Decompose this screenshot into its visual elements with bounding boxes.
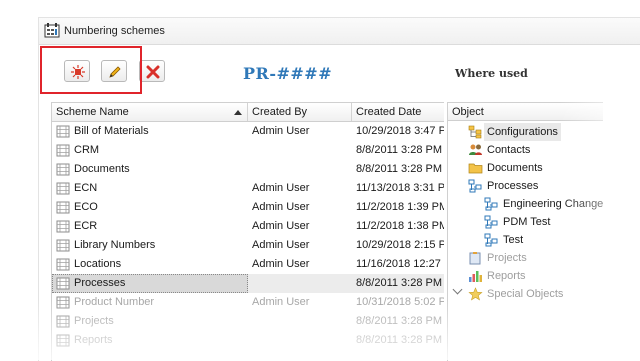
- toolbar-highlight-box: [40, 46, 142, 94]
- table-row[interactable]: Processes 8/8/2011 3:28 PM: [52, 274, 444, 293]
- table-row[interactable]: Product Number Admin User 10/31/2018 5:02 …: [52, 293, 444, 312]
- numbering-schemes-icon: [44, 23, 60, 38]
- created-by-cell: Admin User: [252, 201, 310, 213]
- created-date-cell: 10/31/2018 5:02 P: [356, 296, 444, 308]
- scheme-name-cell: Locations: [52, 255, 248, 274]
- window-title: Numbering schemes: [64, 25, 165, 37]
- tree-node-label: Processes: [487, 180, 539, 192]
- created-by-cell: Admin User: [252, 125, 310, 137]
- where-used-tree: Object Configurations Contacts Documents Pr…: [447, 102, 603, 361]
- created-by-cell: [252, 331, 352, 350]
- created-by-cell: [252, 274, 352, 293]
- grid-header: Scheme Name Created By Created Date: [52, 103, 444, 122]
- scheme-name: ECO: [74, 201, 98, 213]
- created-date-cell: 11/13/2018 3:31 P: [356, 182, 444, 194]
- table-row[interactable]: ECO Admin User 11/2/2018 1:39 PM: [52, 198, 444, 217]
- scheme-name-cell: Processes: [52, 274, 248, 293]
- scheme-name-cell: ECO: [52, 198, 248, 217]
- scheme-icon: [56, 239, 70, 252]
- created-date-cell: 8/8/2011 3:28 PM: [356, 163, 443, 175]
- tree-node-label: Configurations: [484, 123, 561, 141]
- tree-node-label: Contacts: [487, 144, 531, 156]
- scheme-preview: PR-####: [243, 64, 333, 83]
- scheme-name: Locations: [74, 258, 122, 270]
- scheme-name-cell: CRM: [52, 141, 248, 160]
- table-row[interactable]: Documents 8/8/2011 3:28 PM: [52, 160, 444, 179]
- created-by-cell: Admin User: [252, 182, 310, 194]
- scheme-icon: [56, 163, 70, 176]
- created-by-cell: Admin User: [252, 220, 310, 232]
- created-date-cell: 8/8/2011 3:28 PM: [356, 315, 443, 327]
- scheme-name: Reports: [74, 334, 113, 346]
- tree-node-label: Engineering Change: [503, 198, 603, 210]
- scheme-icon: [56, 315, 70, 328]
- created-date-cell: 8/8/2011 3:28 PM: [356, 277, 443, 289]
- expand-chevron-icon[interactable]: [452, 284, 463, 295]
- scheme-icon: [56, 201, 70, 214]
- created-by-cell: [252, 160, 352, 179]
- scheme-name: Product Number: [74, 296, 155, 308]
- table-row[interactable]: CRM 8/8/2011 3:28 PM: [52, 141, 444, 160]
- scheme-icon: [56, 125, 70, 138]
- scheme-name-cell: Product Number: [52, 293, 248, 312]
- tree-node-label: PDM Test: [503, 216, 551, 228]
- tree-node-label: Test: [503, 234, 524, 246]
- scheme-name-cell: Projects: [52, 312, 248, 331]
- scheme-name: CRM: [74, 144, 100, 156]
- delete-scheme-button[interactable]: [139, 60, 165, 82]
- table-row[interactable]: Projects 8/8/2011 3:28 PM: [52, 312, 444, 331]
- scheme-name-cell: Documents: [52, 160, 248, 179]
- created-date-cell: 11/2/2018 1:39 PM: [356, 201, 444, 213]
- tree-node-label: Documents: [487, 162, 543, 174]
- scheme-icon: [56, 334, 70, 347]
- scheme-name-cell: Reports: [52, 331, 248, 350]
- delete-x-icon: [146, 65, 160, 79]
- table-row[interactable]: Reports 8/8/2011 3:28 PM: [52, 331, 444, 350]
- tree-node-label: Special Objects: [487, 288, 564, 300]
- sort-ascending-icon: [234, 110, 242, 115]
- tree-node-label: Reports: [487, 270, 526, 282]
- table-row[interactable]: Locations Admin User 11/16/2018 12:27: [52, 255, 444, 274]
- created-by-cell: [252, 141, 352, 160]
- scheme-name: ECR: [74, 220, 98, 232]
- scheme-icon: [56, 220, 70, 233]
- scheme-name: Library Numbers: [74, 239, 156, 251]
- created-by-cell: Admin User: [252, 296, 310, 308]
- created-date-cell: 8/8/2011 3:28 PM: [356, 334, 443, 346]
- created-date-cell: 10/29/2018 3:47 P: [356, 125, 444, 137]
- created-date-cell: 11/2/2018 1:38 PM: [356, 220, 444, 232]
- scheme-icon: [56, 258, 70, 271]
- where-used-heading: Where used: [455, 67, 528, 80]
- created-by-cell: Admin User: [252, 258, 310, 270]
- table-row[interactable]: ECR Admin User 11/2/2018 1:38 PM: [52, 217, 444, 236]
- table-row[interactable]: ECN Admin User 11/13/2018 3:31 P: [52, 179, 444, 198]
- scheme-name: Bill of Materials: [74, 125, 149, 137]
- tree-node-label: Projects: [487, 252, 527, 264]
- created-date-cell: 11/16/2018 12:27: [356, 258, 441, 270]
- scheme-icon: [56, 182, 70, 195]
- scheme-name: Projects: [74, 315, 114, 327]
- scheme-icon: [56, 277, 70, 290]
- created-by-cell: [252, 312, 352, 331]
- scheme-icon: [56, 296, 70, 309]
- column-header-created-date[interactable]: Created Date: [352, 103, 444, 121]
- scheme-name-cell: Bill of Materials: [52, 122, 248, 141]
- scheme-name-cell: ECN: [52, 179, 248, 198]
- tree-header[interactable]: Object: [448, 103, 603, 121]
- created-date-cell: 10/29/2018 2:15 P: [356, 239, 444, 251]
- scheme-name: ECN: [74, 182, 98, 194]
- scheme-name-cell: ECR: [52, 217, 248, 236]
- column-header-scheme-name[interactable]: Scheme Name: [52, 103, 248, 121]
- column-header-created-by[interactable]: Created By: [248, 103, 352, 121]
- table-row[interactable]: Bill of Materials Admin User 10/29/2018 3:…: [52, 122, 444, 141]
- scheme-icon: [56, 144, 70, 157]
- title-bar: Numbering schemes: [39, 18, 640, 45]
- created-date-cell: 8/8/2011 3:28 PM: [356, 144, 443, 156]
- scheme-name: Documents: [74, 163, 130, 175]
- scheme-name: Processes: [74, 277, 126, 289]
- scheme-name-cell: Library Numbers: [52, 236, 248, 255]
- table-row[interactable]: Library Numbers Admin User 10/29/2018 2:15…: [52, 236, 444, 255]
- created-by-cell: Admin User: [252, 239, 310, 251]
- schemes-grid: Scheme Name Created By Created Date Bill…: [51, 102, 444, 361]
